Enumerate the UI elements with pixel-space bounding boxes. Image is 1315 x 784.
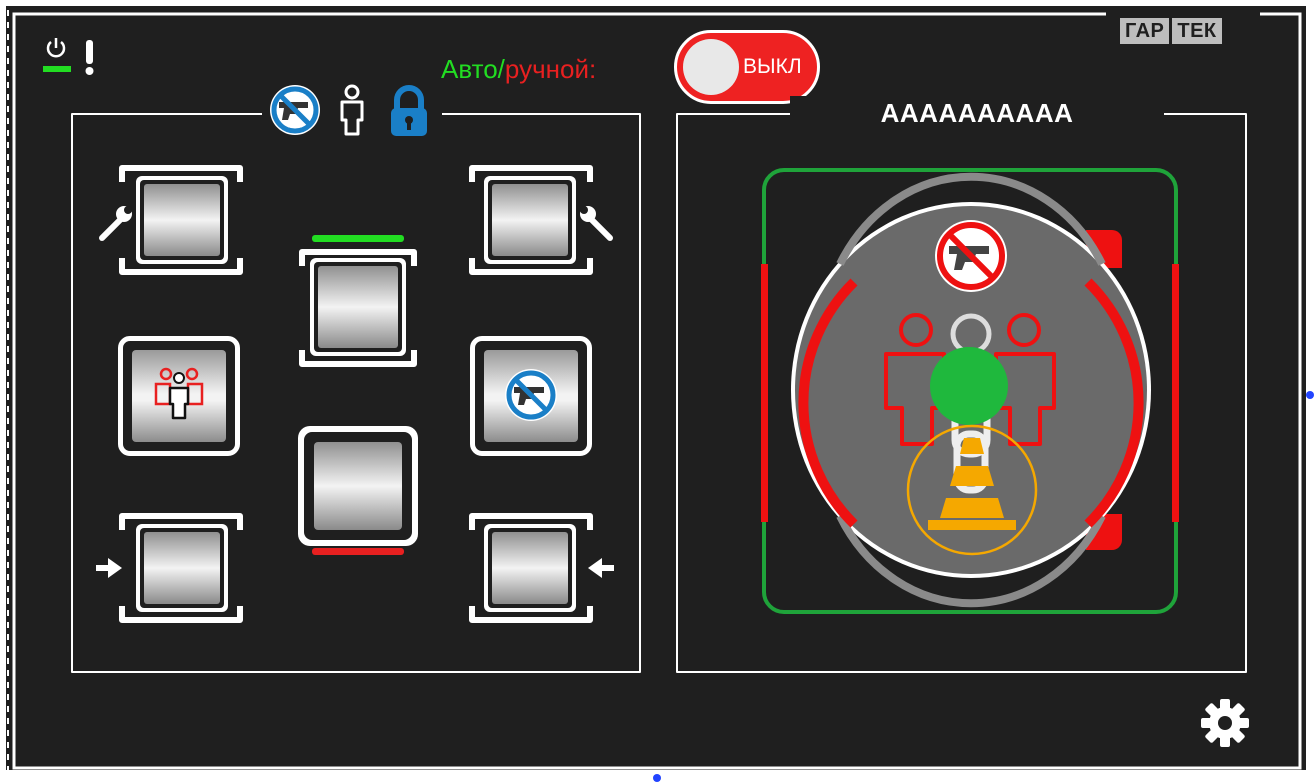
lock-icon <box>391 85 427 136</box>
gate-close-button[interactable] <box>296 424 420 564</box>
maintenance-right-button[interactable] <box>466 162 616 278</box>
entry-right-button[interactable] <box>466 508 618 628</box>
gear-icon[interactable] <box>1198 696 1252 750</box>
no-weapon-icon <box>505 369 557 421</box>
arrow-left-icon <box>588 558 614 578</box>
arrow-right-icon <box>96 558 122 578</box>
status-indicator <box>930 347 1008 425</box>
no-weapon-icon <box>270 85 320 135</box>
right-panel-title: AAAAAAAAAA <box>790 96 1164 130</box>
entry-left-button[interactable] <box>92 508 244 628</box>
group-people-icon <box>154 367 204 420</box>
maintenance-left-button[interactable] <box>96 162 246 278</box>
gate-schematic <box>761 168 1179 614</box>
person-icon <box>340 84 364 136</box>
panel-header-icons <box>270 84 427 136</box>
wrench-icon <box>99 206 132 241</box>
no-weapon-sign <box>935 220 1007 292</box>
wrench-icon <box>580 206 613 241</box>
gate-open-button[interactable] <box>296 232 420 372</box>
group-mode-button[interactable] <box>118 336 240 456</box>
no-weapon-button[interactable] <box>470 336 592 456</box>
